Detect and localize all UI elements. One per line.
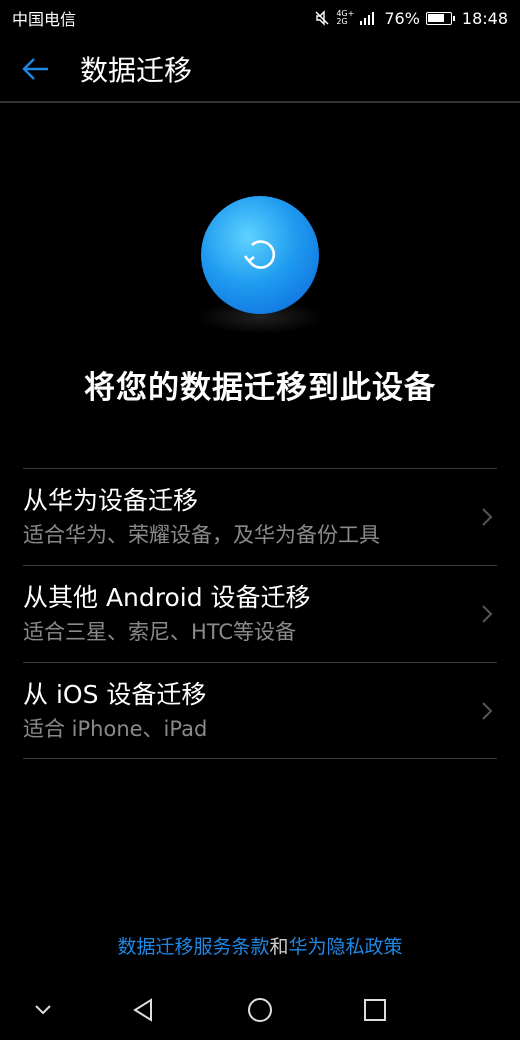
page-title: 数据迁移 [80,54,193,87]
option-subtitle: 适合三星、索尼、HTC等设备 [23,620,297,644]
legal-footer: 数据迁移服务条款和华为隐私政策 [0,932,520,959]
mute-icon [315,10,329,26]
network-type: 4G+ 2G [336,9,355,26]
chevron-down-icon [35,1005,51,1015]
migration-hero-badge [201,196,319,314]
option-subtitle: 适合 iPhone、iPad [23,716,208,741]
hide-nav-button[interactable] [25,992,61,1028]
option-title: 从华为设备迁移 [23,486,199,515]
option-huawei[interactable]: 从华为设备迁移 适合华为、荣耀设备，及华为备份工具 [23,468,497,565]
chevron-right-icon [482,508,493,526]
back-button[interactable] [4,36,68,102]
refresh-icon [243,240,276,269]
recents-nav-button[interactable] [357,992,393,1028]
option-title: 从其他 Android 设备迁移 [23,583,311,612]
footer-conjunction: 和 [269,936,289,958]
chevron-right-icon [482,701,493,720]
system-nav-bar [0,980,520,1040]
circle-home-icon [248,998,272,1022]
back-nav-button[interactable] [126,992,162,1028]
status-indicators: 4G+ 2G 76% 18:48 [314,9,508,28]
status-bar: 中国电信 4G+ 2G 76% 18:48 [0,0,520,36]
option-subtitle: 适合华为、荣耀设备，及华为备份工具 [23,523,380,547]
app-bar: 数据迁移 [0,36,520,102]
carrier-label: 中国电信 [12,10,77,29]
clock: 18:48 [461,8,508,28]
battery-level [427,13,444,22]
arrow-left-icon [22,58,48,80]
option-ios[interactable]: 从 iOS 设备迁移 适合 iPhone、iPad [23,662,497,759]
option-android[interactable]: 从其他 Android 设备迁移 适合三星、索尼、HTC等设备 [23,565,497,662]
signal-icon [360,12,375,25]
home-nav-button[interactable] [242,992,278,1028]
migration-options: 从华为设备迁移 适合华为、荣耀设备，及华为备份工具 从其他 Android 设备… [23,468,497,759]
privacy-link[interactable]: 华为隐私政策 [289,936,403,958]
screen: 中国电信 4G+ 2G 76% 18:48 数据迁移 将您的数据迁移到此设备 从… [0,0,520,1040]
triangle-back-icon [133,998,152,1022]
app-bar-divider [0,101,520,103]
terms-link[interactable]: 数据迁移服务条款 [117,936,269,958]
battery-icon [425,11,455,25]
headline: 将您的数据迁移到此设备 [84,370,436,406]
option-title: 从 iOS 设备迁移 [23,679,207,709]
battery-percent: 76% [384,8,420,28]
chevron-right-icon [482,605,493,623]
square-recents-icon [364,999,386,1021]
